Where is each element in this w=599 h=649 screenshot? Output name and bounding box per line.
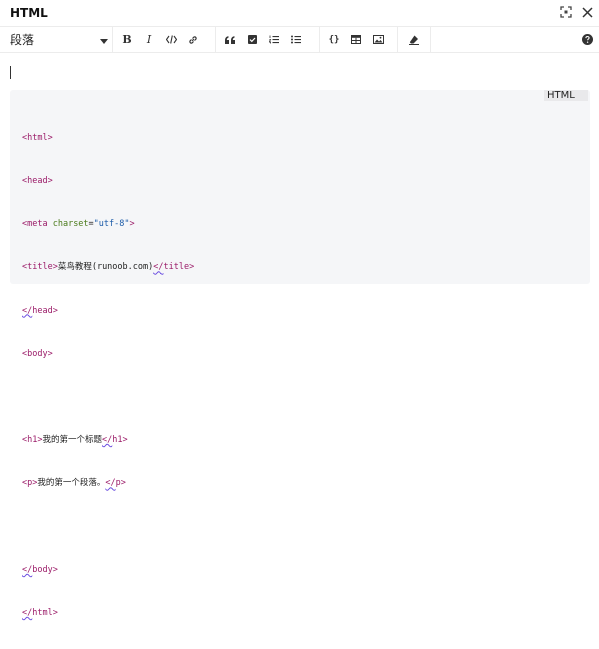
code-tag: <html> — [22, 132, 53, 143]
code-tag: head> — [32, 305, 58, 316]
code-block[interactable]: HTML <html> <head> <meta charset="utf-8"… — [10, 90, 590, 618]
code-line: <h1>我的第一个标题</h1> — [22, 433, 194, 447]
close-icon[interactable] — [579, 4, 595, 20]
table-icon — [351, 35, 361, 44]
code-content: <html> <head> <meta charset="utf-8"> <ti… — [22, 102, 194, 649]
bullet-list-button[interactable] — [285, 29, 307, 51]
ordered-list-icon — [269, 35, 279, 44]
code-block-button[interactable]: {} — [323, 29, 345, 51]
text-cursor — [10, 66, 11, 79]
code-tag: p> — [115, 478, 126, 489]
code-tag: body> — [32, 564, 58, 575]
code-tag: > — [129, 219, 135, 230]
code-text: 菜鸟教程(runoob.com) — [57, 262, 154, 273]
image-icon — [372, 35, 384, 44]
checklist-button[interactable] — [241, 29, 263, 51]
code-line: <p>我的第一个段落。</p> — [22, 476, 194, 490]
italic-icon: I — [146, 33, 152, 46]
code-tag: <p> — [22, 478, 38, 489]
code-text: 我的第一个段落。 — [37, 478, 106, 489]
clear-group — [403, 27, 425, 52]
code-language-badge: HTML — [544, 90, 588, 101]
code-line: <meta charset="utf-8"> — [22, 217, 194, 231]
code-tag: <meta — [22, 219, 53, 230]
text-style-group: B I — [116, 27, 204, 52]
title-bar: HTML — [0, 0, 599, 26]
link-icon — [189, 35, 197, 44]
code-line: </body> — [22, 563, 194, 577]
table-button[interactable] — [345, 29, 367, 51]
code-tag: <head> — [22, 176, 53, 187]
help-group — [576, 27, 598, 52]
code-tag: </ — [153, 262, 164, 273]
blockquote-icon — [225, 35, 235, 44]
code-tag: title> — [163, 262, 195, 273]
fullscreen-icon[interactable] — [558, 4, 574, 20]
format-select-value: 段落 — [10, 33, 35, 47]
code-tag: <title> — [22, 262, 58, 273]
block-group — [219, 27, 307, 52]
code-line: <body> — [22, 347, 194, 361]
code-tag: </ — [105, 478, 116, 489]
code-line: </head> — [22, 304, 194, 318]
link-button[interactable] — [182, 29, 204, 51]
code-tag: </ — [22, 564, 33, 575]
code-tag: <body> — [22, 348, 53, 359]
code-line: </html> — [22, 606, 194, 620]
code-line: <head> — [22, 174, 194, 188]
editor-toolbar: 段落 B I {} — [0, 26, 599, 53]
clear-format-icon — [409, 35, 419, 45]
code-attribute: charset — [52, 219, 89, 230]
help-icon — [581, 34, 593, 45]
code-text: 我的第一个标题 — [42, 435, 102, 446]
code-tag: </ — [102, 435, 113, 446]
ordered-list-button[interactable] — [263, 29, 285, 51]
toolbar-divider — [319, 27, 320, 52]
code-tag: </ — [22, 608, 33, 619]
code-tag: html> — [32, 608, 58, 619]
toolbar-divider — [112, 27, 113, 52]
inline-code-button[interactable] — [160, 29, 182, 51]
toolbar-divider — [215, 27, 216, 52]
bold-icon: B — [122, 33, 132, 46]
toolbar-divider — [397, 27, 398, 52]
italic-button[interactable]: I — [138, 29, 160, 51]
code-line: <html> — [22, 131, 194, 145]
clear-format-button[interactable] — [403, 29, 425, 51]
image-button[interactable] — [367, 29, 389, 51]
blockquote-button[interactable] — [219, 29, 241, 51]
checklist-icon — [247, 35, 257, 44]
bullet-list-icon — [291, 35, 301, 44]
caret-down-icon — [100, 30, 108, 49]
toolbar-divider — [430, 27, 431, 52]
code-tag: <h1> — [22, 435, 43, 446]
code-string: "utf-8" — [93, 219, 130, 230]
paragraph-format-select[interactable]: 段落 — [10, 27, 108, 52]
code-block-icon: {} — [328, 34, 340, 45]
window-title: HTML — [10, 6, 48, 20]
code-line: <title>菜鸟教程(runoob.com)</title> — [22, 260, 194, 274]
code-icon — [165, 35, 177, 44]
editor-content-area[interactable]: HTML <html> <head> <meta charset="utf-8"… — [0, 54, 599, 618]
code-tag: </ — [22, 305, 33, 316]
help-button[interactable] — [576, 29, 598, 51]
code-tag: h1> — [112, 435, 128, 446]
bold-button[interactable]: B — [116, 29, 138, 51]
insert-group: {} — [323, 27, 389, 52]
